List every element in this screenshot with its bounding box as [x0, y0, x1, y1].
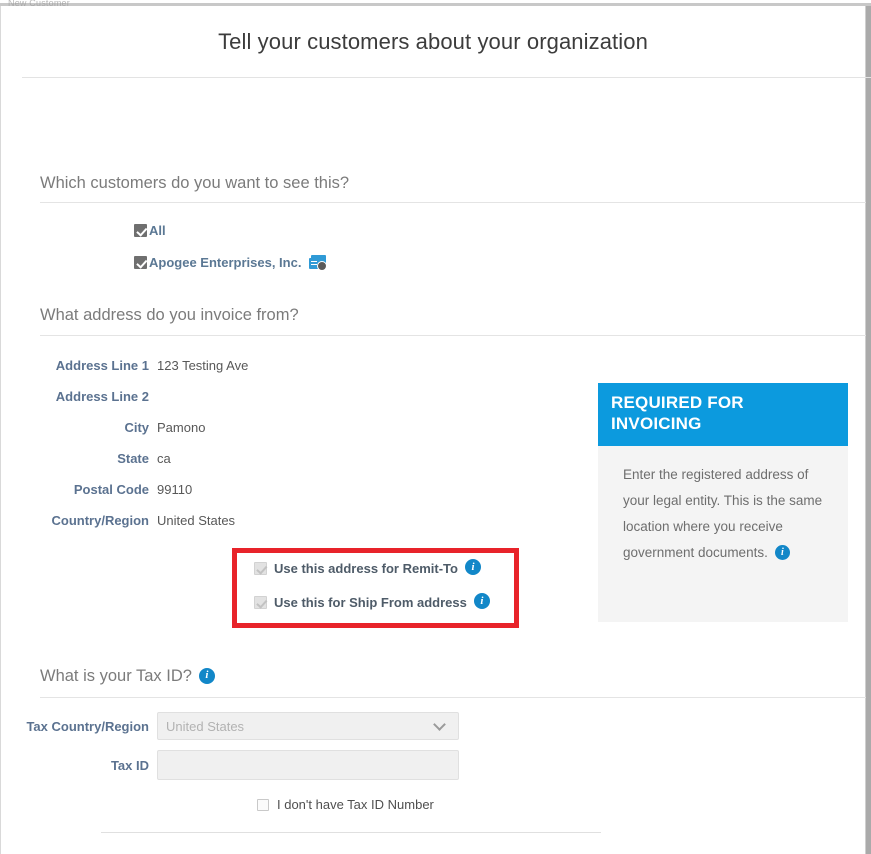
- field-address-line-1-label: Address Line 1: [55, 358, 149, 373]
- field-tax-country-region: Tax Country/Region United States: [1, 712, 459, 740]
- field-country-region-label: Country/Region: [51, 513, 150, 528]
- checkbox-ship-from[interactable]: [254, 595, 267, 609]
- app-window: New Customer Tell your customers about y…: [0, 0, 871, 854]
- field-state-label: State: [117, 451, 149, 466]
- field-postal-code-label: Postal Code: [73, 482, 149, 497]
- field-state-value: ca: [157, 451, 171, 466]
- form-bottom-divider: [101, 832, 601, 833]
- tax-section-heading-row: What is your Tax ID? i: [40, 667, 215, 686]
- field-tax-id-label: Tax ID: [110, 757, 149, 773]
- customers-section-divider: [40, 202, 866, 203]
- required-for-invoicing-callout: REQUIRED FOR INVOICING Enter the registe…: [598, 383, 848, 622]
- chevron-down-icon: [433, 717, 446, 731]
- field-city: City Pamono: [1, 420, 205, 435]
- checkbox-no-tax-id[interactable]: [257, 798, 269, 811]
- info-icon-tax-heading[interactable]: i: [198, 667, 215, 684]
- address-section-heading: What address do you invoice from?: [40, 306, 299, 324]
- customer-option-all[interactable]: All: [134, 223, 166, 238]
- callout-title: REQUIRED FOR INVOICING: [598, 383, 848, 446]
- field-postal-code: Postal Code 99110: [1, 482, 192, 497]
- checkbox-all[interactable]: [134, 224, 147, 237]
- form-content: Which customers do you want to see this?…: [1, 78, 866, 854]
- info-icon-callout[interactable]: i: [774, 545, 790, 561]
- address-section-divider: [40, 335, 866, 336]
- checkbox-apogee[interactable]: [134, 256, 147, 269]
- field-tax-country-region-label: Tax Country/Region: [26, 718, 149, 734]
- checkbox-remit-to[interactable]: [254, 561, 267, 575]
- customer-option-apogee-label: Apogee Enterprises, Inc.: [149, 255, 302, 270]
- toggle-no-tax-id[interactable]: I don't have Tax ID Number: [257, 797, 434, 812]
- info-icon-ship-from[interactable]: i: [473, 593, 490, 609]
- card-icon-badge: [317, 261, 328, 271]
- customer-card-icon[interactable]: [309, 255, 328, 271]
- customer-option-apogee[interactable]: Apogee Enterprises, Inc.: [134, 255, 328, 271]
- field-country-region-value: United States: [157, 513, 236, 528]
- field-address-line-2: Address Line 2: [1, 389, 157, 404]
- info-icon-remit-to[interactable]: i: [464, 559, 481, 575]
- field-address-line-1: Address Line 1 123 Testing Ave: [1, 358, 249, 373]
- tax-section-divider: [40, 697, 866, 698]
- customers-section-heading: Which customers do you want to see this?: [40, 174, 350, 192]
- field-state: State ca: [1, 451, 171, 466]
- field-city-label: City: [124, 420, 149, 435]
- field-city-value: Pamono: [157, 420, 206, 435]
- tax-country-region-select[interactable]: United States: [157, 712, 459, 740]
- tax-country-region-value: United States: [166, 718, 245, 734]
- field-address-line-2-label: Address Line 2: [55, 389, 149, 404]
- tax-section-heading: What is your Tax ID?: [40, 667, 192, 685]
- field-postal-code-value: 99110: [157, 482, 193, 497]
- field-address-line-1-value: 123 Testing Ave: [157, 358, 249, 373]
- page-header: Tell your customers about your organizat…: [1, 6, 865, 78]
- toggle-ship-from-label: Use this for Ship From address: [274, 594, 467, 610]
- callout-body: Enter the registered address of your leg…: [598, 446, 848, 585]
- field-country-region: Country/Region United States: [1, 513, 236, 528]
- page-title: Tell your customers about your organizat…: [218, 29, 648, 54]
- tax-id-input[interactable]: [157, 750, 459, 780]
- toggle-use-ship-from-address[interactable]: Use this for Ship From address i: [254, 593, 490, 610]
- scrollbar-thumb[interactable]: [866, 6, 871, 854]
- card-icon-lines: [311, 260, 318, 262]
- field-tax-id: Tax ID: [1, 750, 459, 780]
- toggle-use-address-remit-to[interactable]: Use this address for Remit-To i: [254, 559, 481, 576]
- callout-body-text: Enter the registered address of your leg…: [623, 466, 823, 561]
- customer-option-all-label: All: [149, 223, 166, 238]
- toggle-remit-to-label: Use this address for Remit-To: [274, 560, 458, 576]
- toggle-no-tax-id-label: I don't have Tax ID Number: [277, 797, 434, 812]
